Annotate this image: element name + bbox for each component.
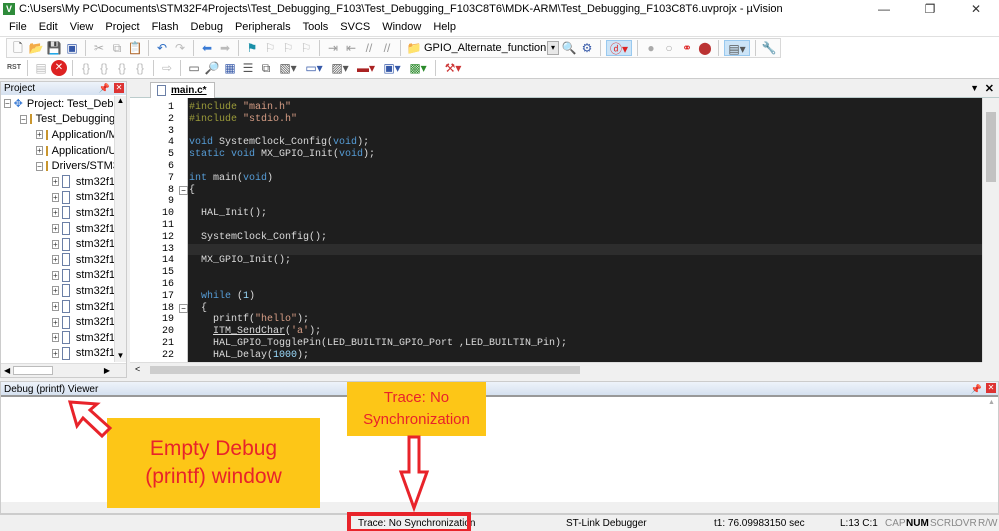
status-trace-highlight bbox=[347, 512, 471, 531]
arrow-to-debug-title bbox=[67, 400, 113, 439]
annotation-arrows bbox=[67, 400, 471, 531]
arrow-to-status-trace bbox=[398, 435, 430, 513]
